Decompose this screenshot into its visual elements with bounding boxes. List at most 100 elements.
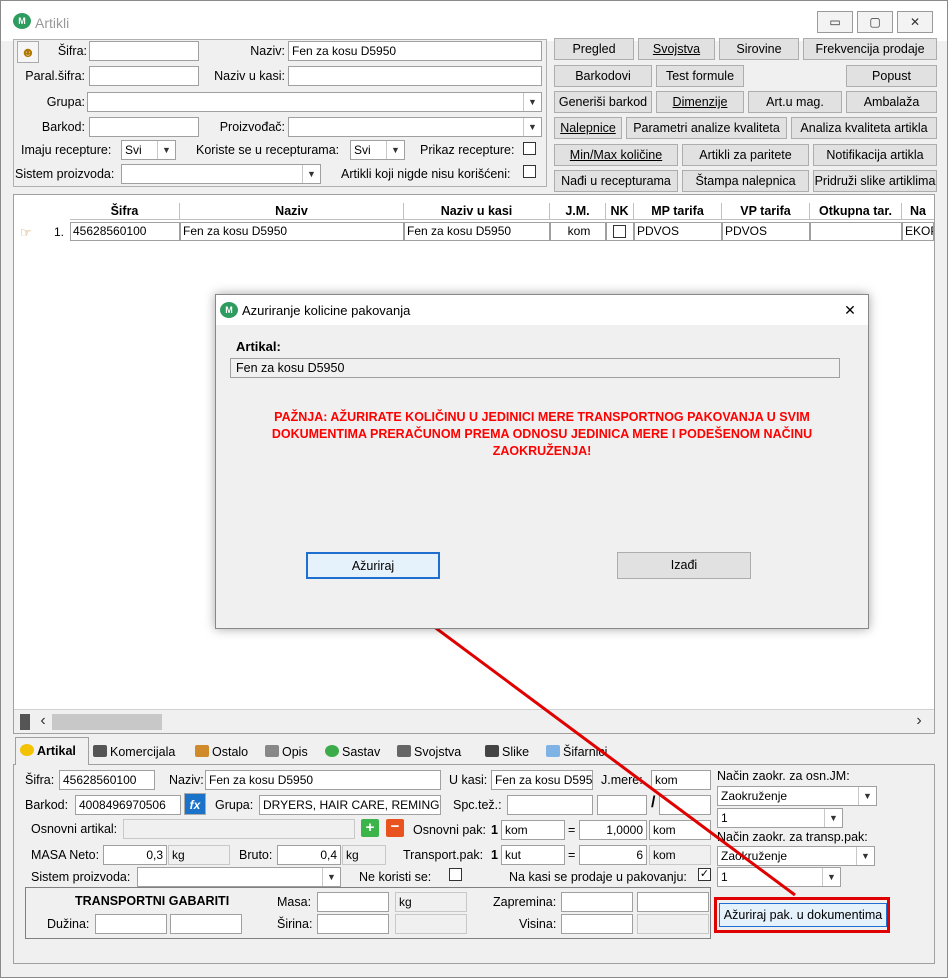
tab-svojstva[interactable]: Svojstva	[393, 739, 477, 765]
tab-sastav[interactable]: Sastav	[321, 739, 391, 765]
dialog-close-icon[interactable]: ✕	[836, 299, 864, 321]
cell-na[interactable]: EKOP	[902, 222, 934, 241]
chevron-down-icon[interactable]: ▼	[824, 809, 842, 827]
chevron-down-icon[interactable]: ▼	[386, 141, 404, 159]
close-window-button[interactable]: ✕	[897, 11, 933, 33]
cell-mp-tarifa[interactable]: PDVOS	[634, 222, 722, 241]
osnovni-qty-input[interactable]: 1,0000	[579, 820, 647, 840]
tab-ostalo[interactable]: Ostalo	[191, 739, 261, 765]
sistem-proizvoda-select[interactable]: ▼	[137, 867, 341, 887]
spc-tez-input-2[interactable]	[597, 795, 647, 815]
min-max-kolicine-button[interactable]: Min/Max količine	[554, 144, 678, 166]
koriste-select[interactable]: Svi ▼	[350, 140, 405, 160]
transport-jm-input[interactable]: kut	[501, 845, 565, 865]
cell-otkupna[interactable]	[810, 222, 902, 241]
chevron-down-icon[interactable]: ▼	[322, 868, 340, 886]
visina-input[interactable]	[561, 914, 633, 934]
scroll-right-icon[interactable]: ›	[912, 712, 926, 730]
spc-tez-input-3[interactable]	[659, 795, 711, 815]
pregled-button[interactable]: Pregled	[554, 38, 634, 60]
na-kasi-checkbox[interactable]: ✓	[698, 868, 711, 881]
notifikacija-artikla-button[interactable]: Notifikacija artikla	[813, 144, 937, 166]
scroll-thumb[interactable]	[52, 714, 162, 730]
column-header-naziv[interactable]: Naziv	[180, 203, 404, 220]
cell-naziv-kasi[interactable]: Fen za kosu D5950	[404, 222, 550, 241]
barkodovi-button[interactable]: Barkodovi	[554, 65, 652, 87]
column-header-sifra[interactable]: Šifra	[70, 203, 180, 220]
proizvodjac-filter-select[interactable]: ▼	[288, 117, 542, 137]
nacin-osn-select[interactable]: Zaokruženje ▼	[717, 786, 877, 806]
duzina-unit-input[interactable]	[170, 914, 242, 934]
sirina-input[interactable]	[317, 914, 389, 934]
minimize-button[interactable]: ▭	[817, 11, 853, 33]
chevron-down-icon[interactable]: ▼	[822, 868, 840, 886]
dialog-azuriraj-button[interactable]: Ažuriraj	[306, 552, 440, 579]
detail-ukasi-input[interactable]: Fen za kosu D595	[491, 770, 593, 790]
horizontal-scrollbar[interactable]: ‹ ›	[14, 709, 934, 733]
detail-grupa-input[interactable]: DRYERS, HAIR CARE, REMINGTON	[259, 795, 441, 815]
detail-jmere-input[interactable]: kom	[651, 770, 711, 790]
ambalaza-button[interactable]: Ambalaža	[846, 91, 937, 113]
dimenzije-button[interactable]: Dimenzije	[656, 91, 744, 113]
zapremina-unit-input[interactable]	[637, 892, 709, 912]
chevron-down-icon[interactable]: ▼	[523, 118, 541, 136]
column-header-vp-tarifa[interactable]: VP tarifa	[722, 203, 810, 220]
column-header-jm[interactable]: J.M.	[550, 203, 606, 220]
artikli-za-paritete-button[interactable]: Artikli za paritete	[682, 144, 809, 166]
chevron-down-icon[interactable]: ▼	[157, 141, 175, 159]
column-header-otkupna[interactable]: Otkupna tar.	[810, 203, 902, 220]
nikad-korisceni-checkbox[interactable]	[523, 165, 536, 178]
stampa-nalepnica-button[interactable]: Štampa nalepnica	[682, 170, 809, 192]
masa-neto-input[interactable]: 0,3	[103, 845, 167, 865]
detail-naziv-input[interactable]: Fen za kosu D5950	[205, 770, 441, 790]
column-header-naziv-kasi[interactable]: Naziv u kasi	[404, 203, 550, 220]
cell-jm[interactable]: kom	[550, 222, 606, 241]
pridruzi-slike-button[interactable]: Pridruži slike artiklima	[813, 170, 937, 192]
osnovni-pak-jm-input[interactable]: kom	[501, 820, 565, 840]
sifra-filter-input[interactable]	[89, 41, 199, 61]
nk-checkbox[interactable]	[613, 225, 626, 238]
masa-input[interactable]	[317, 892, 389, 912]
analiza-kvaliteta-button[interactable]: Analiza kvaliteta artikla	[791, 117, 937, 139]
zapremina-input[interactable]	[561, 892, 633, 912]
test-formule-button[interactable]: Test formule	[656, 65, 744, 87]
cell-sifra[interactable]: 45628560100	[70, 222, 180, 241]
chevron-down-icon[interactable]: ▼	[302, 165, 320, 183]
nacin-osn-num-select[interactable]: 1 ▼	[717, 808, 843, 828]
imaju-recepture-select[interactable]: Svi ▼	[121, 140, 176, 160]
add-icon[interactable]: +	[361, 819, 379, 837]
nacin-tr-num-select[interactable]: 1 ▼	[717, 867, 841, 887]
cell-naziv[interactable]: Fen za kosu D5950	[180, 222, 404, 241]
popust-button[interactable]: Popust	[846, 65, 937, 87]
duzina-input[interactable]	[95, 914, 167, 934]
sistem-filter-select[interactable]: ▼	[121, 164, 321, 184]
detail-sifra-input[interactable]: 45628560100	[59, 770, 155, 790]
sirovine-button[interactable]: Sirovine	[719, 38, 799, 60]
maximize-button[interactable]: ▢	[857, 11, 893, 33]
column-header-mp-tarifa[interactable]: MP tarifa	[634, 203, 722, 220]
user-search-icon[interactable]: ☻	[17, 41, 39, 63]
chevron-down-icon[interactable]: ▼	[523, 93, 541, 111]
paral-sifra-input[interactable]	[89, 66, 199, 86]
dialog-izadji-button[interactable]: Izađi	[617, 552, 751, 579]
nalepnice-button[interactable]: Nalepnice	[554, 117, 622, 139]
parametri-analize-button[interactable]: Parametri analize kvaliteta	[626, 117, 787, 139]
remove-icon[interactable]: −	[386, 819, 404, 837]
naziv-filter-input[interactable]: Fen za kosu D5950	[288, 41, 542, 61]
tab-slike[interactable]: Slike	[481, 739, 541, 765]
nadji-u-recepturama-button[interactable]: Nađi u recepturama	[554, 170, 678, 192]
barkod-filter-input[interactable]	[89, 117, 199, 137]
azuriraj-pak-button[interactable]: Ažuriraj pak. u dokumentima	[719, 903, 887, 927]
detail-barkod-input[interactable]: 4008496970506	[75, 795, 181, 815]
prikaz-recepture-checkbox[interactable]	[523, 142, 536, 155]
art-u-mag-button[interactable]: Art.u mag.	[748, 91, 842, 113]
tab-sifarnici[interactable]: Šifarnici	[542, 739, 622, 765]
svojstva-button[interactable]: Svojstva	[638, 38, 715, 60]
tab-artikal[interactable]: Artikal	[15, 737, 89, 765]
spc-tez-input[interactable]	[507, 795, 593, 815]
osnovni-unit-input[interactable]: kom	[649, 820, 711, 840]
frekvencija-prodaje-button[interactable]: Frekvencija prodaje	[803, 38, 937, 60]
function-icon[interactable]: fx	[184, 793, 206, 815]
naziv-kasi-filter-input[interactable]	[288, 66, 542, 86]
generisi-barkod-button[interactable]: Generiši barkod	[554, 91, 652, 113]
